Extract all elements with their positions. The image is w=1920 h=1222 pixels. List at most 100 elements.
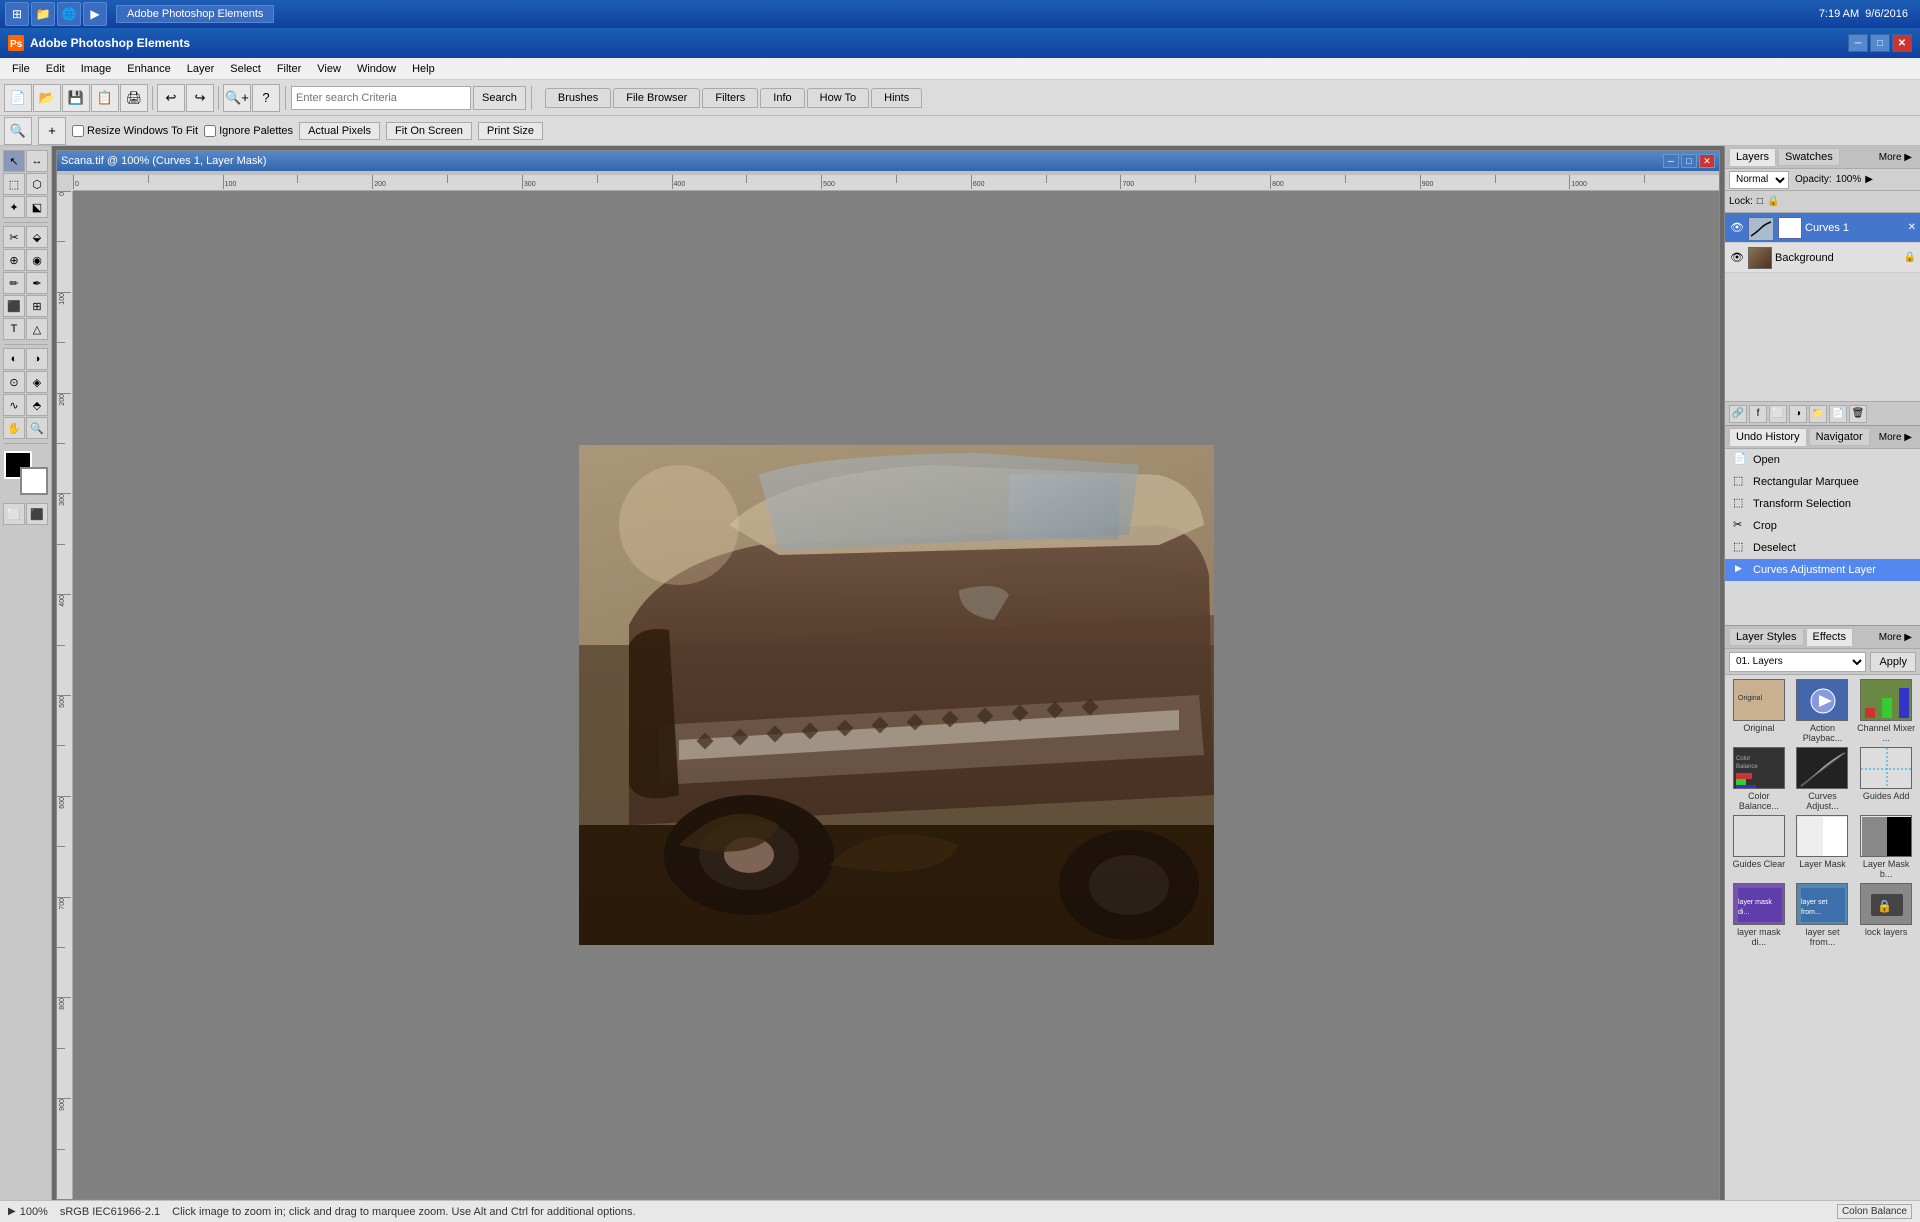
custom-shape-tool[interactable]: △ [26, 318, 48, 340]
lock-icon[interactable]: □ [1757, 196, 1763, 207]
menu-filter[interactable]: Filter [269, 61, 309, 77]
effect-lock-layers[interactable]: 🔒 lock layers [1856, 883, 1916, 947]
zoom-in-btn[interactable]: 🔍+ [223, 84, 251, 112]
new-file-btn[interactable]: 📄 [4, 84, 32, 112]
effect-color-balance[interactable]: Color Balance Color Balance... [1729, 747, 1789, 811]
search-button[interactable]: Search [473, 86, 526, 110]
background-color[interactable] [20, 467, 48, 495]
layer-eye-background[interactable]: 👁 [1729, 250, 1745, 266]
crop-tool[interactable]: ✂ [3, 226, 25, 248]
menu-enhance[interactable]: Enhance [119, 61, 178, 77]
tab-how-to[interactable]: How To [807, 88, 869, 108]
taskbar-app-btn[interactable]: Adobe Photoshop Elements [116, 5, 274, 23]
hand-tool[interactable]: ✋ [3, 417, 25, 439]
add-mask-btn[interactable]: ⬜ [1769, 405, 1787, 423]
fit-on-screen-btn[interactable]: Fit On Screen [386, 122, 472, 140]
effect-action-playbac[interactable]: Action Playbac... [1793, 679, 1853, 743]
blur-tool[interactable]: ◐ [3, 348, 25, 370]
layer-row-curves[interactable]: 👁 Curves 1 ✕ [1725, 213, 1920, 243]
tab-effects[interactable]: Effects [1806, 628, 1853, 646]
recompose-tool[interactable]: ⬙ [26, 226, 48, 248]
new-layer-btn[interactable]: 📄 [1829, 405, 1847, 423]
save-btn[interactable]: 💾 [62, 84, 90, 112]
tab-swatches[interactable]: Swatches [1778, 148, 1840, 166]
effect-layer-mask-b[interactable]: Layer Mask b... [1856, 815, 1916, 879]
step-back-btn[interactable]: ↩ [157, 84, 185, 112]
canvas-close-btn[interactable]: ✕ [1699, 154, 1715, 168]
menu-select[interactable]: Select [222, 61, 269, 77]
file-explorer-btn[interactable]: 📁 [31, 2, 55, 26]
smudge-tool[interactable]: ∿ [3, 394, 25, 416]
pencil-tool[interactable]: ✒ [26, 272, 48, 294]
media-btn[interactable]: ▶ [83, 2, 107, 26]
pattern-stamp-tool[interactable]: ◈ [26, 371, 48, 393]
new-group-btn[interactable]: 📁 [1809, 405, 1827, 423]
effect-guides-add[interactable]: Guides Add [1856, 747, 1916, 811]
eraser-tool[interactable]: ⬛ [3, 295, 25, 317]
effect-original[interactable]: Original Original [1729, 679, 1789, 743]
history-item-open[interactable]: 📄 Open [1725, 449, 1920, 471]
history-item-crop[interactable]: ✂ Crop [1725, 515, 1920, 537]
layers-more-btn[interactable]: More ▶ [1875, 151, 1916, 164]
lock-position-icon[interactable]: 🔒 [1767, 196, 1779, 207]
dodge-tool[interactable]: ⬘ [26, 394, 48, 416]
move-tool[interactable]: ↖ [3, 150, 25, 172]
clone-stamp-tool[interactable]: ⊙ [3, 371, 25, 393]
standard-mode-btn[interactable]: ⬜ [3, 503, 25, 525]
delete-layer-btn[interactable]: 🗑 [1849, 405, 1867, 423]
print-btn[interactable]: 🖨 [120, 84, 148, 112]
effect-curves-adjust[interactable]: Curves Adjust... [1793, 747, 1853, 811]
effect-layer-set-from[interactable]: layer set from... layer set from... [1793, 883, 1853, 947]
tab-hints[interactable]: Hints [871, 88, 922, 108]
sponge-tool[interactable]: ◑ [26, 348, 48, 370]
resize-windows-label[interactable]: Resize Windows To Fit [72, 125, 198, 137]
search-input[interactable] [291, 86, 471, 110]
quick-mask-btn[interactable]: ⬛ [26, 503, 48, 525]
tab-file-browser[interactable]: File Browser [613, 88, 700, 108]
status-arrow-btn[interactable]: ▶ [8, 1206, 16, 1217]
brush-tool[interactable]: ✏ [3, 272, 25, 294]
zoom-plus-btn[interactable]: + [38, 117, 66, 145]
history-item-curves[interactable]: ▶ Curves Adjustment Layer [1725, 559, 1920, 581]
selection-tool[interactable]: ⬕ [26, 196, 48, 218]
layer-eye-curves[interactable]: 👁 [1729, 220, 1745, 236]
add-style-btn[interactable]: f [1749, 405, 1767, 423]
layer-row-background[interactable]: 👁 Background 🔒 [1725, 243, 1920, 273]
zoom-canvas-tool[interactable]: 🔍 [26, 417, 48, 439]
tab-brushes[interactable]: Brushes [545, 88, 611, 108]
canvas-content[interactable] [73, 191, 1719, 1199]
history-item-marquee[interactable]: ⬚ Rectangular Marquee [1725, 471, 1920, 493]
link-layers-btn[interactable]: 🔗 [1729, 405, 1747, 423]
new-adj-btn[interactable]: ◑ [1789, 405, 1807, 423]
layer-close-curves[interactable]: ✕ [1908, 222, 1916, 233]
tab-navigator[interactable]: Navigator [1809, 428, 1870, 446]
effects-apply-btn[interactable]: Apply [1870, 652, 1916, 672]
tab-filters[interactable]: Filters [702, 88, 758, 108]
magic-wand-tool[interactable]: ✦ [3, 196, 25, 218]
menu-image[interactable]: Image [73, 61, 120, 77]
effect-layer-mask[interactable]: Layer Mask [1793, 815, 1853, 879]
canvas-maximize-btn[interactable]: □ [1681, 154, 1697, 168]
tab-undo-history[interactable]: Undo History [1729, 428, 1807, 446]
step-fwd-btn[interactable]: ↪ [186, 84, 214, 112]
history-item-deselect[interactable]: ⬚ Deselect [1725, 537, 1920, 559]
close-button[interactable]: ✕ [1892, 34, 1912, 52]
help-btn[interactable]: ? [252, 84, 280, 112]
text-tool[interactable]: T [3, 318, 25, 340]
browser-btn[interactable]: 🌐 [57, 2, 81, 26]
open-btn[interactable]: 📂 [33, 84, 61, 112]
menu-layer[interactable]: Layer [179, 61, 223, 77]
menu-file[interactable]: File [4, 61, 38, 77]
spot-heal-tool[interactable]: ◉ [26, 249, 48, 271]
ignore-palettes-label[interactable]: Ignore Palettes [204, 125, 293, 137]
zoom-tool-btn[interactable]: 🔍 [4, 117, 32, 145]
effects-scroll-area[interactable]: Original Original Action Playbac... [1725, 675, 1920, 1200]
effect-channel-mixer[interactable]: Channel Mixer ... [1856, 679, 1916, 743]
marquee-tool[interactable]: ⬚ [3, 173, 25, 195]
effects-category-select[interactable]: 01. Layers 02. Adjustments 03. Lighting [1729, 652, 1866, 672]
effects-more-btn[interactable]: More ▶ [1875, 631, 1916, 644]
tab-info[interactable]: Info [760, 88, 804, 108]
resize-windows-checkbox[interactable] [72, 125, 84, 137]
save-as-btn[interactable]: 📋 [91, 84, 119, 112]
zoom-tool[interactable]: ↔ [26, 150, 48, 172]
